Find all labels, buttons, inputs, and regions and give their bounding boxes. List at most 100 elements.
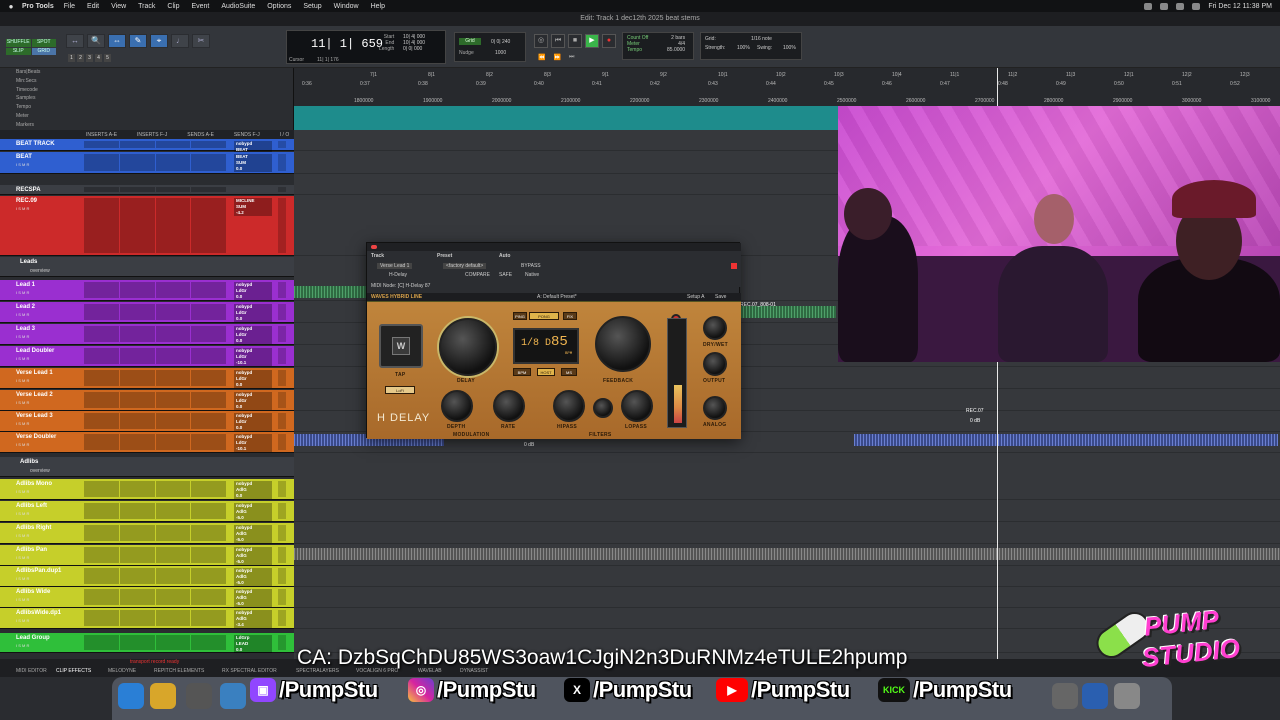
insert-slots[interactable]: [84, 326, 226, 342]
nudge-value[interactable]: 1000: [495, 50, 506, 56]
tap-button[interactable]: W: [379, 324, 423, 368]
track-volume[interactable]: -3.4: [234, 622, 272, 628]
track-name[interactable]: Adlibs Mono: [10, 480, 68, 488]
preset-selector[interactable]: <factory default>: [443, 263, 487, 269]
audio-clip-lead[interactable]: [294, 286, 366, 298]
track-name[interactable]: Verse Lead 1: [10, 369, 68, 377]
menu-view[interactable]: View: [111, 3, 126, 10]
solo-mute-record-buttons[interactable]: I S M R: [16, 400, 29, 405]
track-name[interactable]: REC.09: [10, 197, 68, 205]
track-playlist-lane[interactable]: [294, 479, 1280, 500]
track-header[interactable]: Verse Doubler I S M R nobypd LdGr -10.1: [0, 432, 294, 453]
plugin-title-bar[interactable]: [367, 243, 741, 251]
insert-slots[interactable]: [84, 434, 226, 450]
track-volume[interactable]: -5.0: [234, 515, 272, 521]
solo-mute-record-buttons[interactable]: I S M R: [16, 576, 29, 581]
close-icon[interactable]: [371, 245, 377, 249]
track-volume[interactable]: -5.0: [234, 580, 272, 586]
track-header[interactable]: Adlibs Wide I S M R nobypd AdlG -5.0: [0, 587, 294, 608]
output-knob[interactable]: [703, 352, 727, 376]
apple-menu-icon[interactable]: ●: [0, 2, 22, 11]
track-volume[interactable]: 0.0: [234, 493, 272, 499]
grid-mode-button[interactable]: GRID: [31, 47, 56, 55]
track-header[interactable]: AdlibsPan.dup1 I S M R nobypd AdlG -5.0: [0, 566, 294, 587]
insert-slots[interactable]: [84, 187, 226, 192]
insert-slots[interactable]: [84, 348, 226, 364]
smart-tool-icon[interactable]: ✂: [192, 34, 210, 48]
menu-audiosuite[interactable]: AudioSuite: [221, 3, 255, 10]
solo-mute-record-buttons[interactable]: I S M R: [16, 555, 29, 560]
wifi-icon[interactable]: [1144, 2, 1153, 10]
track-name[interactable]: Adlibs Wide: [10, 588, 68, 596]
main-counter[interactable]: 11| 1| 659 Cursor 11| 1| 176 Start End L…: [286, 30, 446, 64]
folder-name[interactable]: Adlibs: [20, 459, 38, 465]
track-playlist-lane[interactable]: [294, 523, 1280, 544]
safari-icon[interactable]: [220, 683, 246, 709]
zoomer-tool-icon[interactable]: 🔍: [87, 34, 105, 48]
io-section[interactable]: nobypd LdGr -10.1: [234, 348, 272, 366]
folder-name[interactable]: Leads: [20, 259, 37, 265]
track-name[interactable]: Lead 2: [10, 303, 68, 311]
pencil-tool-icon[interactable]: ✎: [129, 34, 147, 48]
track-volume[interactable]: 0.0: [234, 425, 272, 431]
track-header[interactable]: Adlibs Right I S M R nobypd AdlG -5.0: [0, 523, 294, 544]
insert-slots[interactable]: [84, 547, 226, 563]
grid-value[interactable]: 0| 0| 240: [491, 39, 510, 45]
solo-mute-record-buttons[interactable]: I S M R: [16, 312, 29, 317]
io-section[interactable]: nobypd LdGr -10.1: [234, 434, 272, 452]
audio-clip-verse-doubler[interactable]: [854, 434, 1278, 446]
safe-button[interactable]: SAFE: [499, 272, 512, 278]
launchpad-icon[interactable]: [150, 683, 176, 709]
track-header[interactable]: BEAT I S M R BEAT SUM 0.0: [0, 152, 294, 174]
track-volume[interactable]: -10.1: [234, 446, 272, 452]
insert-slots[interactable]: [84, 141, 226, 148]
folder-track[interactable]: Adlibs overview: [0, 457, 294, 477]
battery-icon[interactable]: [1160, 2, 1169, 10]
shuffle-mode-button[interactable]: SHUFFLE: [6, 39, 31, 47]
lofi-button[interactable]: LoFi: [385, 386, 415, 394]
track-volume[interactable]: 0.0: [234, 338, 272, 344]
system-settings-icon[interactable]: [1052, 683, 1078, 709]
solo-mute-record-buttons[interactable]: I S M R: [16, 421, 29, 426]
bars-ruler-row[interactable]: 7|1 8|1 8|2 8|3 9|1 9|2 10|1 10|2 10|3 10|4 11|1 11…: [294, 72, 1280, 80]
track-volume[interactable]: -4.2: [234, 210, 272, 216]
fix-button[interactable]: FIX: [563, 312, 577, 320]
track-playlist-lane[interactable]: [294, 587, 1280, 608]
solo-mute-record-buttons[interactable]: I S M R: [16, 511, 29, 516]
control-center-icon[interactable]: [1192, 2, 1201, 10]
ruler-bars-beats[interactable]: Bars|Beats: [0, 68, 293, 77]
io-section[interactable]: nobypd AdlG -5.0: [234, 568, 272, 586]
plugin-insert-selector[interactable]: H-Delay: [389, 272, 407, 278]
setup-ab-button[interactable]: Setup A: [687, 294, 705, 300]
track-header[interactable]: Verse Lead 2I S M R nobypd LdGr 0.0: [0, 390, 294, 411]
track-header[interactable]: Lead 1I S M R nobypd LdGr 0.0: [0, 280, 294, 301]
track-name[interactable]: Lead Doubler: [10, 347, 68, 355]
menu-help[interactable]: Help: [371, 3, 385, 10]
track-header[interactable]: Adlibs Mono I S M R nobypd AdlG 0.0: [0, 479, 294, 500]
go-to-end-icon[interactable]: ⏭: [569, 54, 574, 61]
grabber-tool-icon[interactable]: ⌖: [150, 34, 168, 48]
solo-mute-record-buttons[interactable]: I S M R: [16, 442, 29, 447]
rewind-icon[interactable]: ⏪: [538, 54, 545, 61]
sync-host-button[interactable]: HOST: [537, 368, 555, 376]
sync-bpm-button[interactable]: BPM: [513, 368, 531, 376]
track-header[interactable]: Lead 2I S M R nobypd LdGr 0.0: [0, 302, 294, 323]
menu-edit[interactable]: Edit: [87, 3, 99, 10]
sends-f-j-header[interactable]: SENDS F-J: [234, 132, 260, 138]
clip-effects-tab[interactable]: CLIP EFFECTS: [56, 668, 91, 674]
delay-knob[interactable]: [439, 318, 497, 376]
online-button[interactable]: ◎: [534, 34, 548, 48]
app-menu[interactable]: Pro Tools: [22, 3, 54, 10]
zoom-preset-4[interactable]: 4: [95, 54, 102, 62]
pong-button[interactable]: PONG: [529, 312, 559, 320]
menu-window[interactable]: Window: [334, 3, 359, 10]
folder-track[interactable]: Leads overview: [0, 257, 294, 277]
track-name[interactable]: BEAT: [10, 153, 68, 161]
menubar-clock[interactable]: Fri Dec 12 11:38 PM: [1208, 3, 1272, 10]
track-header[interactable]: Adlibs Left I S M R nobypd AdlG -5.0: [0, 501, 294, 522]
track-name[interactable]: Lead 3: [10, 325, 68, 333]
track-header[interactable]: REC.09 I S M R MICLINE SUM -4.2: [0, 196, 294, 256]
waves-preset-box[interactable]: A: Default Preset*: [537, 294, 577, 300]
io-section[interactable]: BEAT SUM 0.0: [234, 154, 272, 172]
insert-slots[interactable]: [84, 413, 226, 429]
